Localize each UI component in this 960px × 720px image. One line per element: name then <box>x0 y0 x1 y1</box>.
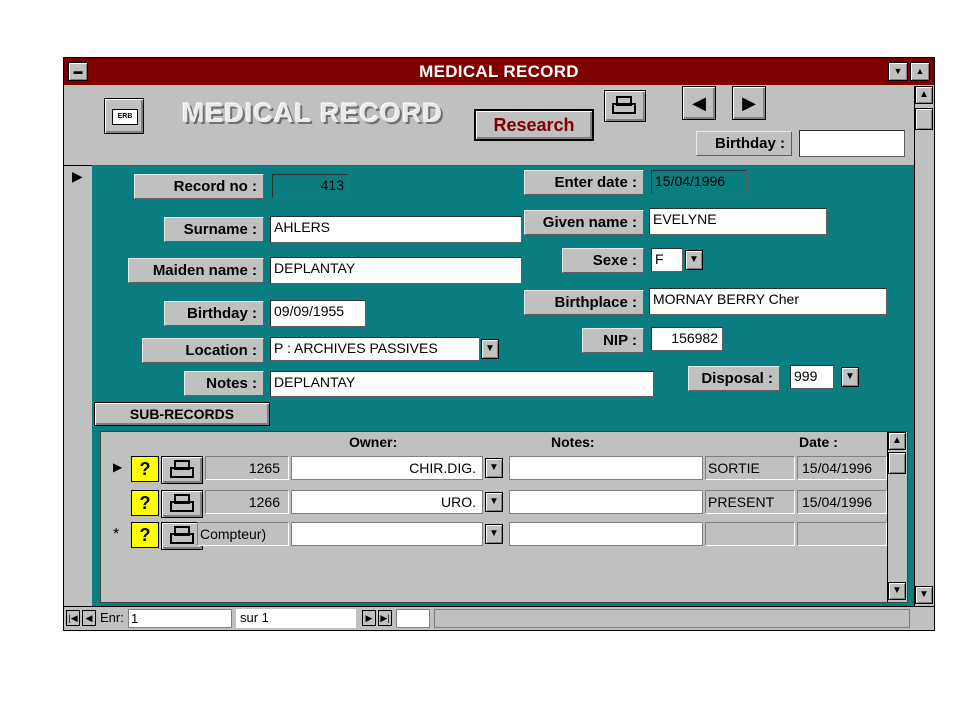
header-title: MEDICAL RECORD <box>182 98 444 128</box>
maximize-button[interactable]: ▲ <box>910 62 930 81</box>
scroll-up-arrow-icon[interactable]: ▲ <box>888 432 906 450</box>
counter-cell: Compteur) <box>197 522 289 546</box>
birthday-field[interactable]: 09/09/1955 <box>270 300 366 327</box>
title-bar: ▬ MEDICAL RECORD ▼ ▲ <box>64 58 934 85</box>
date-cell <box>797 522 887 546</box>
window-title: MEDICAL RECORD <box>419 62 579 81</box>
sexe-dropdown-arrow-icon[interactable]: ▼ <box>685 250 703 270</box>
notes-cell[interactable] <box>509 522 703 546</box>
record-no-field: 413 <box>272 174 348 198</box>
owner-cell[interactable]: CHIR.DIG. <box>291 456 483 480</box>
notes-label: Notes : <box>184 371 264 396</box>
question-button-icon[interactable]: ? <box>131 456 159 482</box>
printer-icon <box>612 96 636 114</box>
sub-records-vertical-scrollbar[interactable]: ▲ ▼ <box>887 432 907 602</box>
row-print-button[interactable] <box>161 456 203 484</box>
maiden-name-field[interactable]: DEPLANTAY <box>270 257 522 284</box>
last-record-icon[interactable]: ▶| <box>378 610 392 626</box>
surname-label: Surname : <box>164 217 264 242</box>
enter-date-field: 15/04/1996 <box>651 170 747 194</box>
new-record-marker: * <box>113 526 120 543</box>
scroll-up-arrow-icon[interactable]: ▲ <box>915 86 933 104</box>
record-selector[interactable]: ▶ <box>64 165 92 606</box>
question-button-icon[interactable]: ? <box>131 490 159 516</box>
record-number-input[interactable]: 1 <box>128 609 232 628</box>
counter-cell: 1266 <box>205 490 289 514</box>
date-cell: 15/04/1996 <box>797 456 887 480</box>
record-no-label: Record no : <box>134 174 264 199</box>
maiden-name-label: Maiden name : <box>128 258 264 283</box>
notes-cell[interactable] <box>509 456 703 480</box>
research-button[interactable]: Research <box>474 109 594 141</box>
notes-cell[interactable] <box>509 490 703 514</box>
counter-cell: 1265 <box>205 456 289 480</box>
owner-cell[interactable] <box>291 522 483 546</box>
status-cell <box>705 522 795 546</box>
previous-record-button[interactable]: ◀ <box>682 86 716 120</box>
status-cell: PRESENT <box>705 490 795 514</box>
print-button[interactable] <box>604 90 646 122</box>
scroll-down-arrow-icon[interactable]: ▼ <box>915 586 933 604</box>
location-dropdown-arrow-icon[interactable]: ▼ <box>481 339 499 359</box>
next-record-icon[interactable]: ▶ <box>362 610 376 626</box>
birthplace-label: Birthplace : <box>524 290 644 315</box>
nip-field[interactable]: 156982 <box>651 327 723 351</box>
sexe-label: Sexe : <box>562 248 644 273</box>
location-field[interactable]: P : ARCHIVES PASSIVES <box>270 337 480 361</box>
enter-date-label: Enter date : <box>524 170 644 195</box>
birthday-label: Birthday : <box>164 301 264 326</box>
owner-dropdown-arrow-icon[interactable]: ▼ <box>485 492 503 512</box>
sexe-field[interactable]: F <box>651 248 683 272</box>
location-label: Location : <box>142 338 264 363</box>
header-birthday-label: Birthday : <box>696 131 792 156</box>
new-record-button[interactable] <box>396 609 430 628</box>
given-name-label: Given name : <box>524 210 644 235</box>
date-cell: 15/04/1996 <box>797 490 887 514</box>
given-name-field[interactable]: EVELYNE <box>649 208 827 235</box>
row-print-button[interactable] <box>161 490 203 518</box>
question-button-icon[interactable]: ? <box>131 522 159 548</box>
disposal-dropdown-arrow-icon[interactable]: ▼ <box>841 367 859 387</box>
printer-icon <box>170 526 194 544</box>
printer-icon <box>170 460 194 478</box>
sub-records-grid: Owner: Notes: Date : ▶ ? 1265 CHIR.DIG. … <box>100 431 908 603</box>
record-logo-icon: ERB <box>104 98 144 134</box>
notes-column-header: Notes: <box>551 434 595 450</box>
current-record-arrow-icon: ▶ <box>72 168 83 184</box>
nip-label: NIP : <box>582 328 644 353</box>
printer-icon <box>170 494 194 512</box>
disposal-field[interactable]: 999 <box>790 365 834 389</box>
record-label: Enr: <box>100 610 124 625</box>
sub-records-tab[interactable]: SUB-RECORDS <box>94 402 270 426</box>
minimize-button[interactable]: ▼ <box>888 62 908 81</box>
surname-field[interactable]: AHLERS <box>270 216 522 243</box>
owner-dropdown-arrow-icon[interactable]: ▼ <box>485 524 503 544</box>
status-cell: SORTIE <box>705 456 795 480</box>
owner-column-header: Owner: <box>349 434 398 450</box>
next-record-button[interactable]: ▶ <box>732 86 766 120</box>
window-vertical-scrollbar[interactable]: ▲ ▼ <box>914 86 934 606</box>
scroll-thumb[interactable] <box>888 452 906 474</box>
record-total: sur 1 <box>236 609 356 628</box>
medical-record-window: ▬ MEDICAL RECORD ▼ ▲ ERB MEDICAL RECORD … <box>63 57 935 631</box>
owner-dropdown-arrow-icon[interactable]: ▼ <box>485 458 503 478</box>
notes-field[interactable]: DEPLANTAY <box>270 371 654 397</box>
current-row-arrow-icon: ▶ <box>113 460 123 474</box>
disposal-label: Disposal : <box>688 366 780 391</box>
first-record-icon[interactable]: |◀ <box>66 610 80 626</box>
date-column-header: Date : <box>799 434 838 450</box>
record-navigation-bar: |◀ ◀ Enr: 1 sur 1 ▶ ▶| <box>64 606 934 630</box>
scroll-down-arrow-icon[interactable]: ▼ <box>888 582 906 600</box>
previous-record-icon[interactable]: ◀ <box>82 610 96 626</box>
scroll-thumb[interactable] <box>915 108 933 130</box>
header-birthday-field[interactable] <box>799 130 905 157</box>
horizontal-scrollbar[interactable] <box>434 609 910 628</box>
owner-cell[interactable]: URO. <box>291 490 483 514</box>
birthplace-field[interactable]: MORNAY BERRY Cher <box>649 288 887 315</box>
